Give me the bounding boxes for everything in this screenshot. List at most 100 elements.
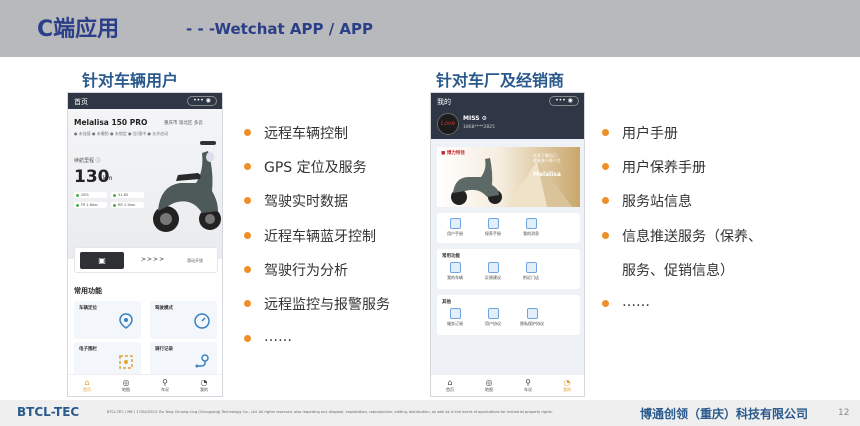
privacy-policy-item[interactable]: 隐私保护协议 — [517, 308, 547, 327]
feedback-item[interactable]: 反馈建议 — [481, 262, 505, 281]
list-item: 用户保养手册 — [602, 157, 706, 177]
lock-icon[interactable]: ▣ — [80, 252, 124, 269]
maintenance-icon — [487, 218, 499, 229]
tab-map[interactable]: ◎ 地图 — [479, 378, 499, 393]
mail-icon — [525, 218, 537, 229]
list-item: …… — [602, 294, 650, 310]
nearby-stores-item[interactable]: 附近门店 — [519, 262, 543, 281]
card-label: 骑行记录 — [155, 347, 173, 352]
miniprogram-capsule[interactable]: ••• ◉ — [187, 96, 217, 106]
brand-logo: ■ 博力特佳 — [441, 151, 465, 156]
geofence-icon — [119, 355, 133, 369]
battery-chip: 28% — [74, 192, 107, 198]
slide-to-unlock[interactable]: ▣ >>>> 滑动开锁 — [74, 247, 218, 273]
user-name: MISS ⚙ — [463, 115, 488, 122]
list-item: GPS 定位及服务 — [244, 157, 367, 177]
phone-topbar: 首页 ••• ◉ — [68, 93, 222, 109]
banner-slogan: 在多了解自己 就有多少种人生 — [533, 153, 561, 163]
card-label: 车辆定位 — [79, 306, 97, 311]
service-subscription-item[interactable]: 服务订阅 — [443, 308, 467, 327]
tab-label: 我的 — [200, 387, 208, 392]
list-item: …… — [244, 329, 292, 345]
footer-copyright: BTCL-TEC / MK / 17/04/2023. Bo Tong Chua… — [107, 410, 553, 414]
footer: BTCL-TEC BTCL-TEC / MK / 17/04/2023. Bo … — [0, 400, 860, 426]
list-item: 远程车辆控制 — [244, 123, 348, 143]
tab-label: 地图 — [122, 387, 130, 392]
list-item: 信息推送服务（保养、 — [602, 226, 762, 246]
functions-heading: 常用功能 — [74, 287, 102, 295]
list-item: 驾驶行为分析 — [244, 260, 348, 280]
page-subtitle: - - -Wetchat APP / APP — [186, 20, 374, 38]
vehicle-model: Melalisa 150 PRO — [74, 118, 148, 127]
tab-map[interactable]: ◎ 地图 — [116, 378, 136, 393]
card-label: 电子围栏 — [79, 347, 97, 352]
tab-label: 首页 — [446, 387, 454, 392]
item-label: 附近门店 — [523, 275, 539, 280]
phone-topbar: 我的 ••• ◉ — [431, 93, 584, 109]
tab-profile[interactable]: ◔ 我的 — [194, 378, 214, 393]
miniprogram-capsule[interactable]: ••• ◉ — [549, 96, 579, 106]
avatar[interactable]: Love — [437, 113, 459, 135]
page-title: C端应用 — [37, 17, 120, 42]
tab-home[interactable]: ⌂ 首页 — [440, 378, 460, 393]
user-icon: ◔ — [563, 378, 571, 387]
messages-item[interactable]: 我的消息 — [519, 218, 543, 237]
card-drive-mode[interactable]: 驾驶模式 — [150, 301, 217, 339]
tab-label: 我的 — [563, 387, 571, 392]
tab-bar: ⌂ 首页 ◎ 地图 ⚲ 车况 ◔ 我的 — [68, 374, 222, 396]
promo-banner[interactable]: ■ 博力特佳 在多了解自己 就有多少种人生 Melalisa — [437, 147, 580, 207]
panel-heading: 其他 — [442, 300, 451, 305]
other-panel: 其他 服务订阅 用户协议 隐私保护协议 — [437, 295, 580, 335]
card-label: 驾驶模式 — [155, 306, 173, 311]
range-unit: km — [103, 175, 113, 182]
home-icon: ⌂ — [447, 378, 453, 387]
tab-label: 车况 — [524, 387, 532, 392]
vehicle-status-panel: Melalisa 150 PRO 重庆市 渝北区 多云 ● 未连接 ● 未撤防 … — [68, 109, 222, 259]
item-label: 我的车辆 — [447, 275, 463, 280]
footer-brand: BTCL-TEC — [17, 405, 80, 419]
section-title-dealers: 针对车厂及经销商 — [436, 71, 565, 90]
banner-brand: Melalisa — [533, 171, 561, 178]
user-agreement-item[interactable]: 用户协议 — [481, 308, 505, 327]
tab-home[interactable]: ⌂ 首页 — [77, 378, 97, 393]
list-item: 用户手册 — [602, 123, 678, 143]
location-pin-icon — [119, 313, 133, 329]
maintenance-manual-item[interactable]: 保养手册 — [481, 218, 505, 237]
phone-mockup-user-app: 首页 ••• ◉ Melalisa 150 PRO 重庆市 渝北区 多云 ● 未… — [67, 92, 223, 397]
item-label: 服务订阅 — [447, 321, 463, 326]
document-icon — [487, 308, 499, 319]
panel-heading: 常用功能 — [442, 254, 460, 259]
range-label: 续航里程 ⓘ — [74, 158, 101, 164]
tab-label: 首页 — [83, 387, 91, 392]
list-item: 驾驶实时数据 — [244, 191, 348, 211]
list-item: 远程监控与报警服务 — [244, 294, 390, 314]
item-label: 我的消息 — [523, 231, 539, 236]
slide-label: 滑动开锁 — [187, 258, 203, 263]
my-vehicle-item[interactable]: 我的车辆 — [443, 262, 467, 281]
manual-icon — [449, 218, 461, 229]
tab-vehicle[interactable]: ⚲ 车况 — [518, 378, 538, 393]
tab-vehicle[interactable]: ⚲ 车况 — [155, 378, 175, 393]
section-title-vehicle-users: 针对车辆用户 — [82, 71, 179, 90]
item-label: 用户手册 — [447, 231, 463, 236]
tab-profile[interactable]: ◔ 我的 — [557, 378, 577, 393]
item-label: 反馈建议 — [485, 275, 501, 280]
route-icon — [195, 354, 209, 368]
scooter-icon: ⚲ — [162, 378, 168, 387]
header-bar: C端应用 - - -Wetchat APP / APP — [0, 0, 860, 57]
card-vehicle-location[interactable]: 车辆定位 — [74, 301, 141, 339]
tab-label: 地图 — [485, 387, 493, 392]
store-icon — [525, 262, 537, 273]
location-weather: 重庆市 渝北区 多云 — [164, 121, 203, 126]
quick-links-panel: 用户手册 保养手册 我的消息 — [437, 213, 580, 243]
scooter-icon — [449, 262, 461, 273]
tab-bar: ⌂ 首页 ◎ 地图 ⚲ 车况 ◔ 我的 — [431, 374, 584, 396]
voltage-chip: 51.8V — [111, 192, 144, 198]
item-label: 保养手册 — [485, 231, 501, 236]
list-item: 近程车辆蓝牙控制 — [244, 226, 376, 246]
map-icon: ◎ — [485, 378, 493, 387]
user-icon: ◔ — [200, 378, 208, 387]
footer-company: 博通创领（重庆）科技有限公司 — [640, 407, 809, 421]
user-manual-item[interactable]: 用户手册 — [443, 218, 467, 237]
home-icon: ⌂ — [84, 378, 90, 387]
